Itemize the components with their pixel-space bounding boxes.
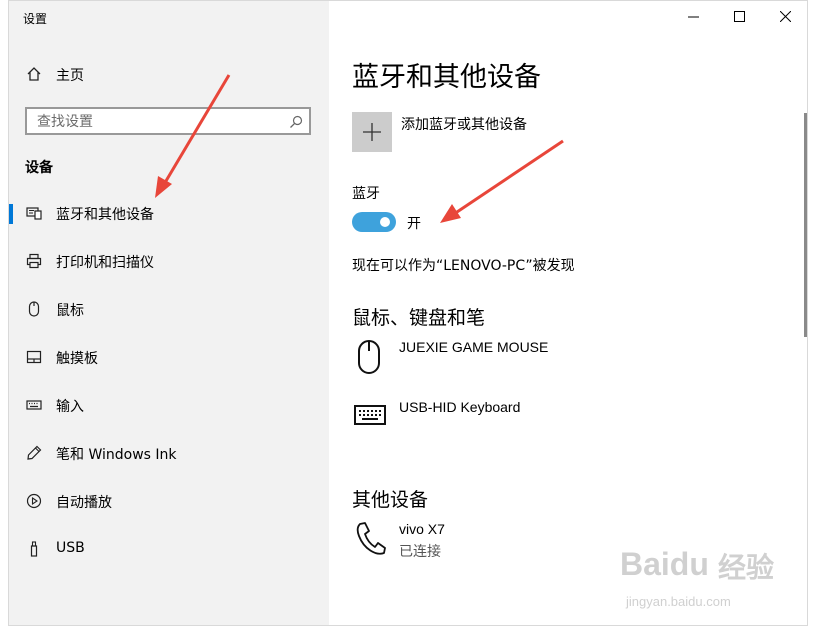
phone-icon <box>354 521 386 557</box>
search-input[interactable] <box>35 112 279 132</box>
outside-margin-left <box>0 0 8 640</box>
maximize-icon <box>734 11 745 22</box>
sidebar-item-label: USB <box>56 540 85 556</box>
mouse-device-icon <box>354 339 386 375</box>
usb-icon <box>26 541 42 557</box>
autoplay-icon <box>26 493 42 509</box>
sidebar-item-label: 主页 <box>56 68 84 84</box>
page-title: 蓝牙和其他设备 <box>352 62 541 93</box>
close-button[interactable] <box>763 1 807 33</box>
bluetooth-devices-icon <box>26 205 42 221</box>
mouse-icon <box>26 301 42 317</box>
discoverable-text: 现在可以作为“LENOVO-PC”被发现 <box>352 258 575 274</box>
sidebar: 设置 主页 设备 蓝牙和其他设备 打印机和扫描仪 <box>9 1 329 625</box>
section-heading-devices: 设备 <box>25 160 53 176</box>
settings-window: 设置 主页 设备 蓝牙和其他设备 打印机和扫描仪 <box>8 0 808 626</box>
touchpad-icon <box>26 349 42 365</box>
sidebar-item-touchpad[interactable]: 触摸板 <box>9 337 329 377</box>
sidebar-item-label: 触摸板 <box>56 351 98 367</box>
sidebar-item-label: 鼠标 <box>56 303 84 319</box>
device-name: JUEXIE GAME MOUSE <box>399 339 549 355</box>
add-device-button[interactable] <box>352 112 392 152</box>
watermark-brand: Baidu <box>620 546 709 582</box>
minimize-button[interactable] <box>671 1 717 33</box>
sidebar-item-label: 输入 <box>56 399 84 415</box>
maximize-button[interactable] <box>717 1 763 33</box>
watermark-url: jingyan.baidu.com <box>626 594 731 609</box>
plus-icon <box>363 123 381 141</box>
keyboard-icon <box>26 397 42 413</box>
device-status: 已连接 <box>399 544 441 560</box>
sidebar-item-bluetooth[interactable]: 蓝牙和其他设备 <box>9 193 329 233</box>
watermark-brand-cn: 经验 <box>718 552 775 583</box>
toggle-knob <box>380 217 390 227</box>
main-content: 蓝牙和其他设备 添加蓝牙或其他设备 蓝牙 开 现在可以作为“LENOVO-PC”… <box>329 1 807 625</box>
window-controls <box>671 1 807 33</box>
device-name: vivo X7 <box>399 521 445 537</box>
sidebar-item-label: 笔和 Windows Ink <box>56 447 177 463</box>
sidebar-item-label: 自动播放 <box>56 495 112 511</box>
bluetooth-state: 开 <box>407 216 421 232</box>
bluetooth-label: 蓝牙 <box>352 186 380 202</box>
bluetooth-toggle[interactable] <box>352 212 396 232</box>
close-icon <box>780 11 791 22</box>
outside-margin-right <box>808 0 816 640</box>
window-title: 设置 <box>23 12 48 26</box>
outside-margin-bottom <box>0 626 816 640</box>
search-icon[interactable] <box>289 114 303 128</box>
printer-icon <box>26 253 42 269</box>
keyboard-device-icon <box>354 403 386 439</box>
sidebar-item-autoplay[interactable]: 自动播放 <box>9 481 329 521</box>
sidebar-item-pen[interactable]: 笔和 Windows Ink <box>9 433 329 473</box>
sidebar-item-label: 打印机和扫描仪 <box>56 255 154 271</box>
sidebar-item-usb[interactable]: USB <box>9 529 329 569</box>
device-name: USB-HID Keyboard <box>399 399 521 415</box>
baidu-watermark: Baidu 经验 jingyan.baidu.com <box>620 540 790 626</box>
device-item-keyboard[interactable]: USB-HID Keyboard <box>352 399 772 443</box>
home-icon <box>26 66 42 82</box>
scrollbar[interactable] <box>804 113 807 337</box>
sidebar-item-label: 蓝牙和其他设备 <box>56 207 154 223</box>
sidebar-item-typing[interactable]: 输入 <box>9 385 329 425</box>
minimize-icon <box>688 16 699 18</box>
search-box[interactable] <box>25 107 311 135</box>
sidebar-item-mouse[interactable]: 鼠标 <box>9 289 329 329</box>
sidebar-item-home[interactable]: 主页 <box>9 54 329 94</box>
other-devices-heading: 其他设备 <box>352 489 429 511</box>
pen-icon <box>26 445 42 461</box>
sidebar-item-printers[interactable]: 打印机和扫描仪 <box>9 241 329 281</box>
device-item-mouse[interactable]: JUEXIE GAME MOUSE <box>352 339 772 383</box>
add-device-label[interactable]: 添加蓝牙或其他设备 <box>401 114 527 134</box>
mouse-keyboard-pen-heading: 鼠标、键盘和笔 <box>352 307 486 329</box>
